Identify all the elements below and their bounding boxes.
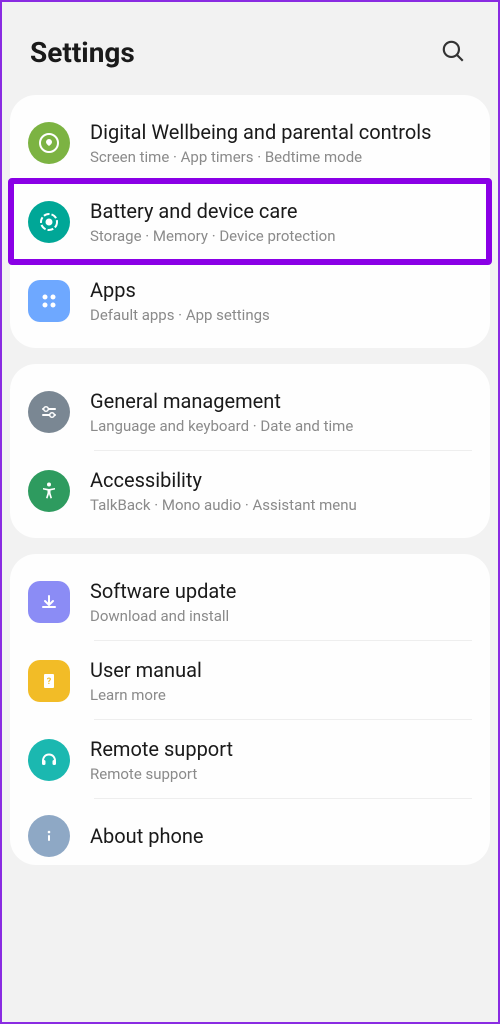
item-title: General management bbox=[90, 388, 472, 414]
about-phone-icon bbox=[28, 815, 70, 857]
setting-item-battery-device-care[interactable]: Battery and device care Storage · Memory… bbox=[10, 182, 490, 261]
item-subtitle: Default apps · App settings bbox=[90, 306, 472, 324]
setting-item-apps[interactable]: Apps Default apps · App settings bbox=[10, 261, 490, 340]
item-title: User manual bbox=[90, 657, 472, 683]
wellbeing-icon bbox=[28, 122, 70, 164]
apps-icon bbox=[28, 280, 70, 322]
item-title: Accessibility bbox=[90, 467, 472, 493]
search-button[interactable] bbox=[436, 34, 470, 71]
search-icon bbox=[440, 38, 466, 64]
setting-item-software-update[interactable]: Software update Download and install bbox=[10, 562, 490, 641]
item-title: About phone bbox=[90, 823, 472, 849]
item-title: Digital Wellbeing and parental controls bbox=[90, 119, 472, 145]
setting-item-remote-support[interactable]: Remote support Remote support bbox=[10, 720, 490, 799]
software-update-icon bbox=[28, 581, 70, 623]
item-title: Remote support bbox=[90, 736, 472, 762]
item-subtitle: Remote support bbox=[90, 765, 472, 783]
item-title: Apps bbox=[90, 277, 472, 303]
setting-item-user-manual[interactable]: ? User manual Learn more bbox=[10, 641, 490, 720]
settings-section: Digital Wellbeing and parental controls … bbox=[10, 95, 490, 348]
setting-item-general-management[interactable]: General management Language and keyboard… bbox=[10, 372, 490, 451]
item-subtitle: TalkBack · Mono audio · Assistant menu bbox=[90, 496, 472, 514]
item-subtitle: Storage · Memory · Device protection bbox=[90, 227, 472, 245]
setting-item-digital-wellbeing[interactable]: Digital Wellbeing and parental controls … bbox=[10, 103, 490, 182]
item-title: Software update bbox=[90, 578, 472, 604]
item-title: Battery and device care bbox=[90, 198, 472, 224]
svg-text:?: ? bbox=[47, 677, 52, 687]
setting-item-accessibility[interactable]: Accessibility TalkBack · Mono audio · As… bbox=[10, 451, 490, 530]
item-subtitle: Learn more bbox=[90, 686, 472, 704]
settings-header: Settings bbox=[10, 2, 490, 95]
remote-support-icon bbox=[28, 739, 70, 781]
battery-care-icon bbox=[28, 201, 70, 243]
general-management-icon bbox=[28, 391, 70, 433]
settings-section: General management Language and keyboard… bbox=[10, 364, 490, 538]
user-manual-icon: ? bbox=[28, 660, 70, 702]
accessibility-icon bbox=[28, 470, 70, 512]
item-subtitle: Screen time · App timers · Bedtime mode bbox=[90, 148, 472, 166]
item-subtitle: Download and install bbox=[90, 607, 472, 625]
page-title: Settings bbox=[30, 36, 135, 69]
item-subtitle: Language and keyboard · Date and time bbox=[90, 417, 472, 435]
settings-section: Software update Download and install ? U… bbox=[10, 554, 490, 865]
setting-item-about-phone[interactable]: About phone bbox=[10, 799, 490, 857]
